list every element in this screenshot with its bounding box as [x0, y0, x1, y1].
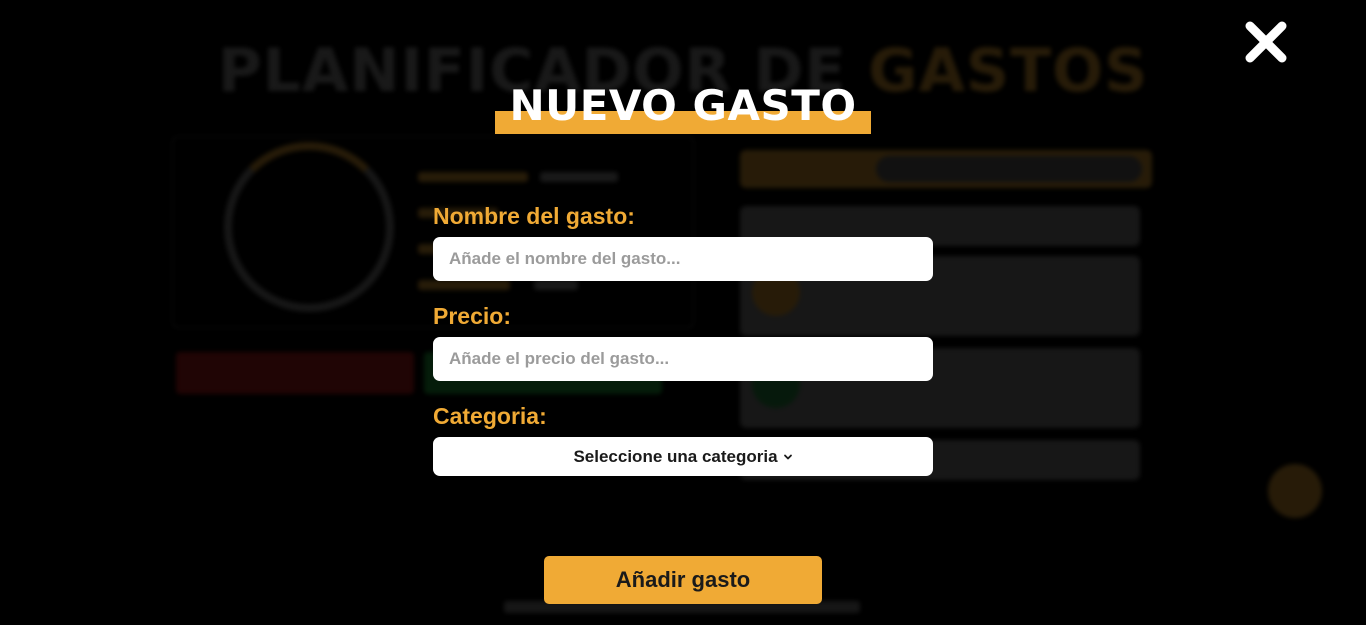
modal-title: NUEVO GASTO	[495, 78, 871, 134]
filter-select	[876, 156, 1142, 182]
page: PLANIFICADOR DE GASTOS NUEVO GASTO Nombr…	[0, 0, 1366, 625]
expense-category-label: Categoria:	[433, 403, 547, 429]
filter-bar	[740, 150, 1152, 188]
budget-line	[540, 172, 618, 182]
chevron-down-icon	[783, 452, 793, 462]
budget-progress-ring	[224, 142, 394, 312]
close-icon	[1245, 21, 1287, 63]
reset-app-button	[176, 352, 414, 394]
budget-line	[534, 280, 578, 290]
add-expense-button[interactable]: Añadir gasto	[544, 556, 822, 604]
expense-price-label: Precio:	[433, 303, 511, 329]
modal-header: NUEVO GASTO	[0, 78, 1366, 134]
expense-name-input[interactable]	[433, 237, 933, 281]
expense-name-label: Nombre del gasto:	[433, 203, 635, 229]
expense-category-select[interactable]: Seleccione una categoria	[433, 437, 933, 476]
close-modal-button[interactable]	[1244, 20, 1288, 64]
expense-price-input[interactable]	[433, 337, 933, 381]
add-expense-fab	[1268, 464, 1322, 518]
budget-line	[418, 280, 510, 290]
expense-category-selected: Seleccione una categoria	[573, 446, 778, 466]
budget-line	[418, 172, 528, 182]
